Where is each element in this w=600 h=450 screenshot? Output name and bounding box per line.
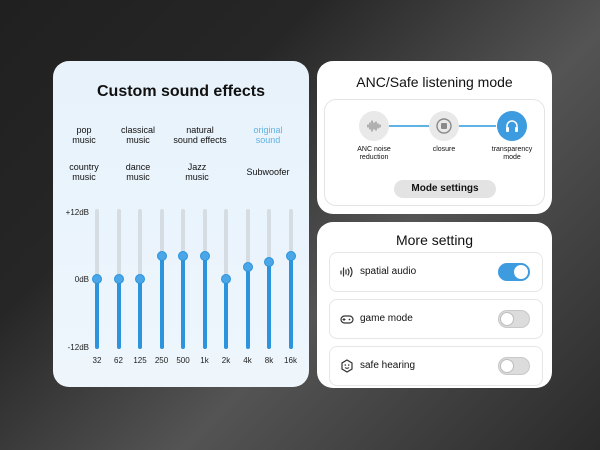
game-mode-row: game mode xyxy=(329,299,543,339)
eq-slider-fill xyxy=(245,267,250,349)
eq-slider-fill xyxy=(267,261,271,349)
eq-slider-knob[interactable] xyxy=(221,274,231,284)
eq-slider-8k[interactable] xyxy=(262,209,276,349)
closure-button[interactable] xyxy=(429,111,459,141)
ear-smile-icon xyxy=(341,359,353,373)
eq-slider-2k[interactable] xyxy=(219,209,233,349)
toggle-knob xyxy=(514,265,528,279)
spatial-audio-icon xyxy=(340,266,353,278)
y-label-mid: 0dB xyxy=(74,275,89,284)
headphones-icon xyxy=(506,120,518,132)
preset-jazz-music[interactable]: Jazz music xyxy=(157,162,237,182)
eq-slider-125[interactable] xyxy=(133,209,147,349)
closure-label: closure xyxy=(432,146,456,153)
eq-freq-label-16k: 16k xyxy=(284,356,297,365)
eq-title: Custom sound effects xyxy=(96,83,265,100)
more-setting-card: More setting spatial audio game mode saf… xyxy=(317,222,552,388)
transparency-mode-button[interactable] xyxy=(497,111,527,141)
preset-original-sound[interactable]: original sound xyxy=(228,125,308,145)
mode-connector-line xyxy=(456,125,496,127)
custom-sound-effects-card: Custom sound effects pop music classical… xyxy=(53,61,309,387)
eq-freq-label-2k: 2k xyxy=(221,356,231,365)
eq-slider-knob[interactable] xyxy=(92,274,102,284)
anc-noise-reduction-label: ANC noise reduction xyxy=(357,146,391,161)
eq-slider-fill xyxy=(181,255,185,349)
spatial-audio-row: spatial audio xyxy=(329,252,543,292)
eq-freq-label-32: 32 xyxy=(92,356,102,365)
eq-freq-label-4k: 4k xyxy=(243,356,252,365)
eq-freq-label-8k: 8k xyxy=(264,356,274,365)
game-mode-label: game mode xyxy=(360,313,413,324)
eq-slider-knob[interactable] xyxy=(113,274,124,284)
eq-slider-4k[interactable] xyxy=(241,209,255,349)
eq-freq-label-500: 500 xyxy=(176,356,190,365)
stop-icon xyxy=(436,118,452,134)
anc-noise-reduction-button[interactable] xyxy=(359,111,389,141)
safe-hearing-row: safe hearing xyxy=(329,346,543,386)
anc-mode-card: ANC/Safe listening mode ANC noise reduct… xyxy=(317,61,552,214)
game-mode-toggle[interactable] xyxy=(498,310,530,328)
eq-slider-knob[interactable] xyxy=(264,256,274,267)
eq-freq-label-125: 125 xyxy=(133,356,147,365)
anc-title: ANC/Safe listening mode xyxy=(356,74,513,90)
preset-subwoofer[interactable]: Subwoofer xyxy=(228,167,308,177)
eq-slider-fill xyxy=(159,255,164,349)
eq-slider-knob[interactable] xyxy=(178,250,188,261)
eq-slider-fill xyxy=(138,279,142,349)
y-label-bottom: -12dB xyxy=(67,343,89,352)
eq-freq-label-62: 62 xyxy=(114,356,123,365)
more-setting-title: More setting xyxy=(395,232,474,248)
eq-slider-16k[interactable] xyxy=(284,209,298,349)
eq-slider-1k[interactable] xyxy=(198,209,212,349)
spatial-audio-label: spatial audio xyxy=(360,266,417,277)
eq-slider-250[interactable] xyxy=(155,209,169,349)
eq-slider-32[interactable] xyxy=(90,209,104,349)
anc-mode-panel: ANC noise reduction closure transparency… xyxy=(324,99,545,206)
eq-slider-knob[interactable] xyxy=(156,250,167,261)
spatial-audio-toggle[interactable] xyxy=(498,263,530,281)
safe-hearing-toggle[interactable] xyxy=(498,357,530,375)
eq-slider-500[interactable] xyxy=(176,209,190,349)
eq-freq-label-250: 250 xyxy=(154,356,169,365)
eq-slider-knob[interactable] xyxy=(199,250,210,261)
toggle-knob xyxy=(500,312,514,326)
eq-freq-label-1k: 1k xyxy=(200,356,209,365)
safe-hearing-label: safe hearing xyxy=(360,360,416,371)
transparency-mode-label: transparency mode xyxy=(491,146,533,161)
eq-slider-fill xyxy=(288,255,293,349)
toggle-knob xyxy=(500,359,514,373)
y-label-top: +12dB xyxy=(65,208,89,217)
mode-connector-line xyxy=(389,125,429,127)
eq-slider-fill xyxy=(95,279,99,349)
eq-slider-fill xyxy=(116,279,121,349)
eq-slider-knob[interactable] xyxy=(242,262,253,273)
waveform-icon xyxy=(367,120,381,132)
eq-slider-knob[interactable] xyxy=(135,274,145,284)
eq-slider-knob[interactable] xyxy=(285,250,296,261)
eq-slider-fill xyxy=(224,279,228,349)
eq-slider-fill xyxy=(202,255,207,349)
gamepad-icon xyxy=(340,315,354,324)
eq-slider-62[interactable] xyxy=(112,209,126,349)
mode-settings-button[interactable]: Mode settings xyxy=(394,180,496,198)
